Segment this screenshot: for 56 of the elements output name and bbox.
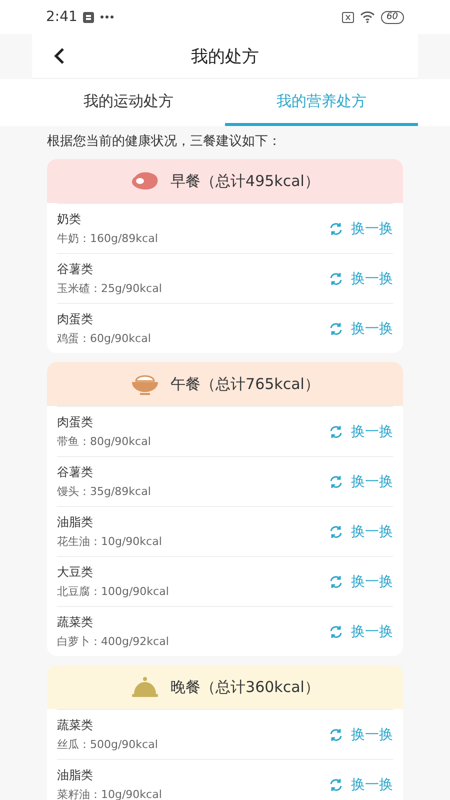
food-portion: 带鱼：80g/90kcal [57,434,152,449]
food-category: 油脂类 [57,767,94,784]
page-title: 我的处方 [191,46,259,68]
food-portion: 花生油：10g/90kcal [57,534,163,549]
more-icon [100,15,114,19]
battery-indicator: 60 [380,10,404,24]
food-portion: 白萝卜：400g/92kcal [57,634,170,649]
swap-button[interactable]: 换一换 [329,572,393,590]
food-portion: 牛奶：160g/89kcal [57,231,159,246]
meal-title: 午餐（总计765kcal） [170,374,320,394]
refresh-icon [329,222,343,236]
refresh-icon [329,424,343,438]
refresh-icon [329,272,343,286]
refresh-icon [329,474,343,488]
food-portion: 馒头：35g/89kcal [57,484,152,499]
swap-button[interactable]: 换一换 [329,776,393,794]
refresh-icon [329,728,343,742]
back-button[interactable] [52,46,66,66]
meat-icon [130,171,159,191]
food-category: 油脂类 [57,514,94,531]
food-category: 蔬菜类 [57,717,94,734]
tab[interactable]: 我的运动处方 [32,79,225,126]
food-category: 谷薯类 [57,464,94,481]
refresh-icon [329,574,343,588]
intro-text: 根据您当前的健康状况，三餐建议如下： [47,133,282,150]
food-category: 肉蛋类 [57,414,94,431]
food-portion: 玉米碴：25g/90kcal [57,281,163,296]
food-portion: 鸡蛋：60g/90kcal [57,331,152,346]
food-category: 谷薯类 [57,261,94,278]
food-portion: 北豆腐：100g/90kcal [57,584,170,599]
meal-title: 早餐（总计495kcal） [170,172,320,190]
food-category: 大豆类 [57,564,94,581]
no-sim-icon [342,12,354,22]
wifi-icon [360,11,375,23]
swap-button[interactable]: 换一换 [329,522,393,540]
tab[interactable]: 我的营养处方 [225,79,418,126]
swap-button[interactable]: 换一换 [329,422,393,440]
swap-button[interactable]: 换一换 [329,270,393,288]
food-portion: 丝瓜：500g/90kcal [57,737,159,752]
food-category: 奶类 [57,211,82,228]
refresh-icon [329,322,343,336]
refresh-icon [329,778,343,792]
food-category: 肉蛋类 [57,311,94,328]
food-category: 蔬菜类 [57,614,94,631]
food-portion: 菜籽油：10g/90kcal [57,787,163,800]
meal-title: 晚餐（总计360kcal） [170,678,320,696]
status-time: 2:41 [46,9,78,25]
swap-button[interactable]: 换一换 [329,320,393,338]
swap-button[interactable]: 换一换 [329,220,393,238]
refresh-icon [329,624,343,638]
swap-button[interactable]: 换一换 [329,622,393,640]
notification-icon [83,12,94,22]
swap-button[interactable]: 换一换 [329,472,393,490]
cloche-icon [130,675,159,699]
swap-button[interactable]: 换一换 [329,726,393,744]
refresh-icon [329,524,343,538]
